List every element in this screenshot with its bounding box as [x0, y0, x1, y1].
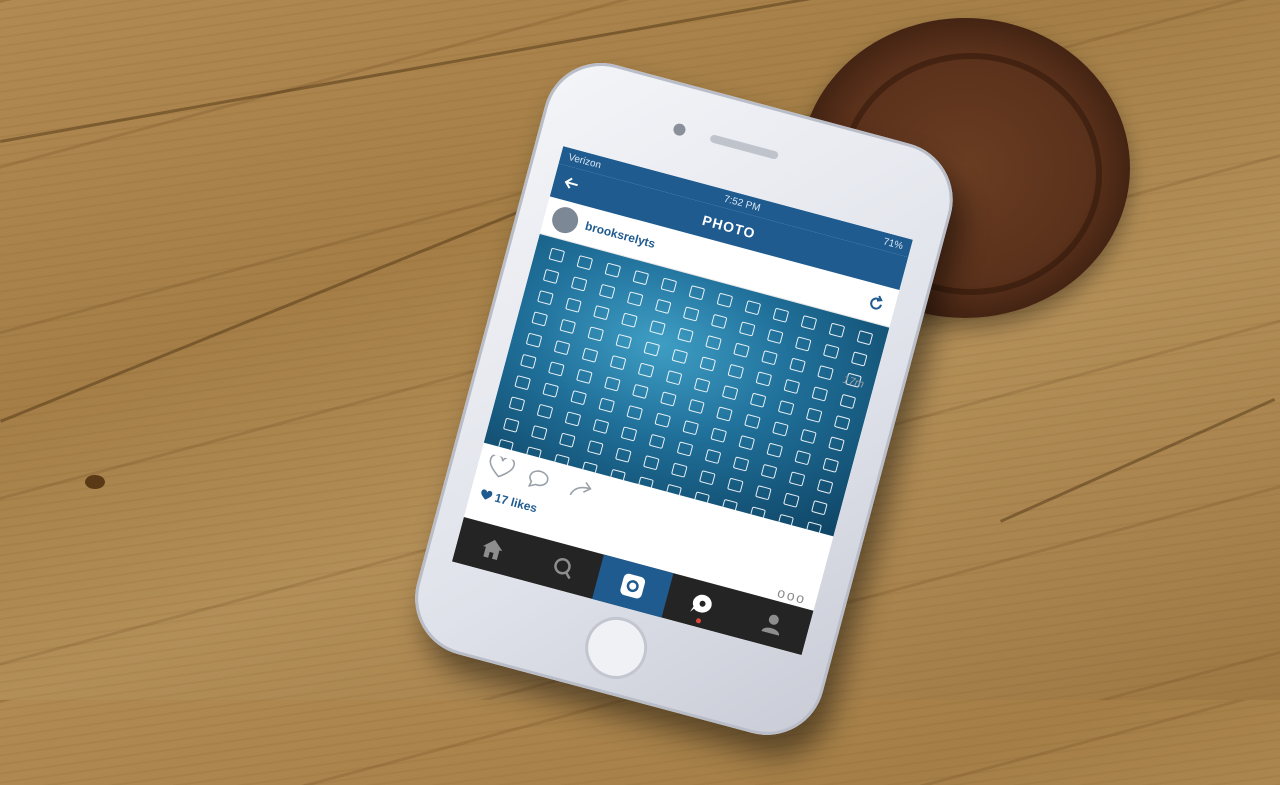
home-button[interactable]: [578, 609, 655, 686]
news-icon: [690, 594, 713, 613]
notification-dot: [695, 617, 702, 624]
camera-icon: [620, 573, 646, 599]
search-icon: [553, 557, 571, 580]
front-camera: [672, 122, 687, 137]
battery-level: 71%: [882, 235, 905, 252]
phone-screen: Verizon 7:52 PM 71% PHOTO brooksrelyts 1…: [451, 146, 913, 656]
heart-icon: [481, 488, 493, 500]
comment-icon[interactable]: [526, 465, 557, 493]
avatar[interactable]: [549, 204, 582, 237]
earpiece-speaker: [709, 134, 780, 160]
refresh-icon[interactable]: [865, 292, 887, 314]
home-icon: [483, 539, 503, 561]
share-icon[interactable]: [567, 476, 598, 504]
username-link[interactable]: brooksrelyts: [584, 219, 657, 251]
heart-icon[interactable]: [485, 453, 516, 482]
profile-icon: [761, 614, 779, 636]
